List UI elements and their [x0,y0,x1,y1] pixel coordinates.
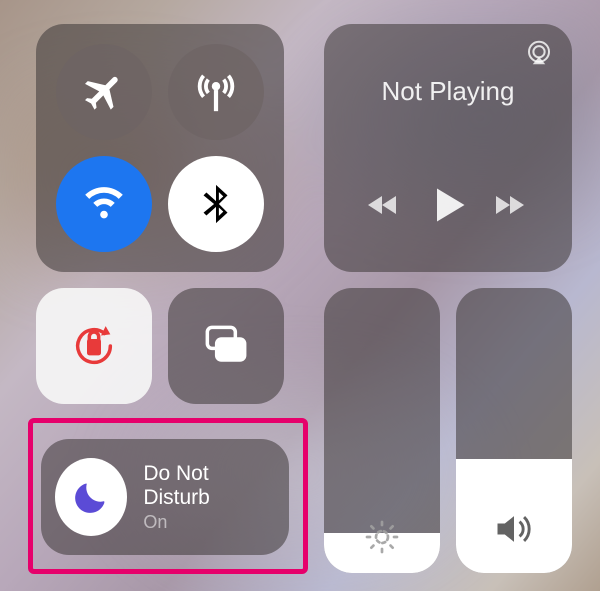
cellular-antenna-icon [193,69,239,115]
cellular-data-toggle[interactable] [168,44,264,140]
screen-mirroring-button[interactable] [168,288,284,404]
wifi-icon [81,181,127,227]
airplay-button[interactable] [524,38,554,73]
dnd-text: Do Not Disturb On [143,462,271,533]
media-panel[interactable]: Not Playing [324,24,572,272]
do-not-disturb-toggle[interactable]: Do Not Disturb On [41,439,289,555]
skip-forward-icon [492,190,532,220]
airplane-mode-toggle[interactable] [56,44,152,140]
play-button[interactable] [426,183,470,232]
media-controls [342,183,554,232]
orientation-lock-icon [66,318,122,374]
now-playing-label: Not Playing [382,76,515,107]
brightness-slider[interactable] [324,288,440,573]
sliders-group [324,288,572,574]
moon-icon [71,477,111,517]
screen-mirroring-icon [198,318,254,374]
dnd-title: Do Not Disturb [143,462,271,510]
orientation-lock-toggle[interactable] [36,288,152,404]
airplay-icon [524,38,554,68]
wifi-toggle[interactable] [56,156,152,252]
dnd-state: On [143,512,271,533]
brightness-icon [324,519,440,555]
skip-back-icon [364,190,404,220]
play-icon [426,183,470,227]
volume-slider[interactable] [456,288,572,573]
utility-row [36,288,308,404]
next-track-button[interactable] [492,190,532,225]
bluetooth-toggle[interactable] [168,156,264,252]
previous-track-button[interactable] [364,190,404,225]
moon-badge [55,458,127,536]
bluetooth-icon [193,181,239,227]
connectivity-panel[interactable] [36,24,284,272]
airplane-icon [81,69,127,115]
dnd-highlight: Do Not Disturb On [28,418,308,574]
control-center: Not Playing [0,0,600,591]
volume-icon [456,507,572,551]
